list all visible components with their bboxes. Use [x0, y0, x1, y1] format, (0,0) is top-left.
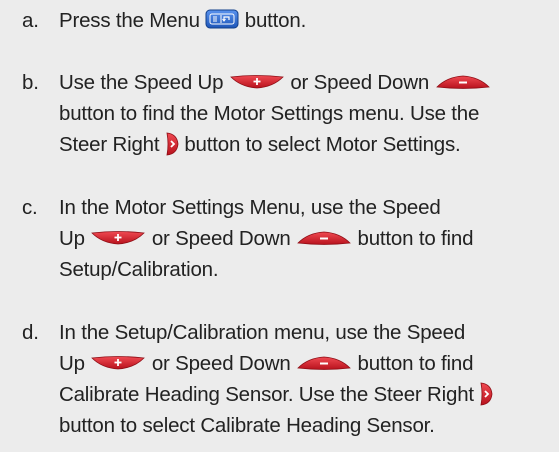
step-text: button to select Calibrate Heading Senso…: [59, 414, 435, 437]
step-text: Steer Right: [59, 133, 160, 156]
speed-up-button-icon: [90, 355, 146, 370]
step-line: button to find the Motor Settings menu. …: [59, 98, 559, 129]
step-line: Press the Menu button.: [59, 5, 559, 36]
speed-up-button-icon: [229, 74, 285, 89]
step-text: Use the Speed Up: [59, 71, 224, 94]
step-text: button to find: [357, 227, 474, 250]
step-marker: c.: [22, 196, 38, 219]
step-text: In the Motor Settings Menu, use the Spee…: [59, 196, 441, 219]
step-body: Press the Menu button.: [59, 5, 559, 36]
step-text: button to find: [357, 352, 474, 375]
step-body: In the Setup/Calibration menu, use the S…: [59, 317, 559, 441]
step-text: Press the Menu: [59, 9, 200, 32]
step-line: Calibrate Heading Sensor. Use the Steer …: [59, 379, 559, 410]
speed-down-button-icon: [296, 231, 352, 245]
step-marker: d.: [22, 321, 39, 344]
steer-right-button-icon: [165, 132, 179, 156]
step-text: Up: [59, 352, 85, 375]
step-text: button to find the Motor Settings menu. …: [59, 102, 480, 125]
step-body: Use the Speed Up or Speed Down button to…: [59, 67, 559, 160]
step-line: Up or Speed Down button to find: [59, 348, 559, 379]
step-text: button.: [244, 9, 307, 32]
steer-right-button-icon: [479, 382, 493, 406]
step-text: Setup/Calibration.: [59, 258, 219, 281]
menu-button-icon: [205, 9, 239, 29]
step-text: or Speed Down: [290, 71, 430, 94]
step-line: Use the Speed Up or Speed Down: [59, 67, 559, 98]
step-text: In the Setup/Calibration menu, use the S…: [59, 321, 466, 344]
speed-down-button-icon: [435, 75, 491, 89]
step-marker: b.: [22, 71, 39, 94]
speed-down-button-icon: [296, 356, 352, 370]
step-text: Calibrate Heading Sensor. Use the Steer …: [59, 383, 474, 406]
step-marker: a.: [22, 9, 39, 32]
instruction-document: a. Press the Menu button. b. Use the Spe…: [0, 0, 559, 452]
step-body: In the Motor Settings Menu, use the Spee…: [59, 192, 559, 285]
step-line: Setup/Calibration.: [59, 254, 559, 285]
step-line: Steer Right button to select Motor Setti…: [59, 129, 559, 160]
step-line: In the Motor Settings Menu, use the Spee…: [59, 192, 559, 223]
step-line: In the Setup/Calibration menu, use the S…: [59, 317, 559, 348]
step-line: Up or Speed Down button to find: [59, 223, 559, 254]
step-text: or Speed Down: [151, 227, 291, 250]
step-line: button to select Calibrate Heading Senso…: [59, 410, 559, 441]
step-text: Up: [59, 227, 85, 250]
step-text: button to select Motor Settings.: [184, 133, 461, 156]
speed-up-button-icon: [90, 230, 146, 245]
step-text: or Speed Down: [151, 352, 291, 375]
